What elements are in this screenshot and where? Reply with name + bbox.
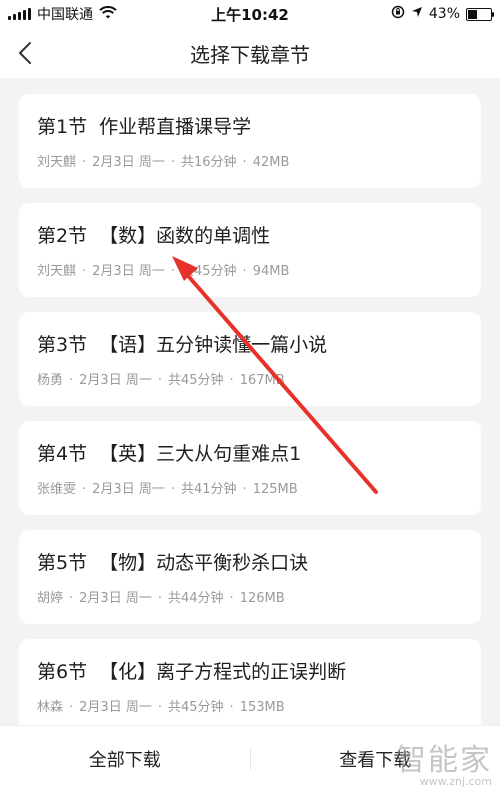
chapter-item[interactable]: 第2节 【数】函数的单调性 刘天麒 · 2月3日 周一 · 共45分钟 · 94MB <box>19 203 481 297</box>
chapter-date: 2月3日 <box>79 373 122 388</box>
battery-percent: 43% <box>428 6 460 22</box>
chapter-item[interactable]: 第1节 作业帮直播课导学 刘天麒 · 2月3日 周一 · 共16分钟 · 42MB <box>19 94 481 188</box>
chapter-date: 2月3日 <box>92 264 135 279</box>
chapter-number: 第5节 <box>37 552 88 574</box>
chapter-number: 第4节 <box>37 443 88 465</box>
status-right: 43% <box>391 5 500 23</box>
chapter-item[interactable]: 第6节 【化】离子方程式的正误判断 林森 · 2月3日 周一 · 共45分钟 · 153MB <box>19 639 481 733</box>
status-left: 中国联通 <box>0 4 117 24</box>
chapter-duration: 共45分钟 <box>168 373 224 388</box>
chapter-size: 125MB <box>252 482 298 497</box>
chapter-title-line: 第2节 【数】函数的单调性 <box>37 221 463 248</box>
chapter-duration: 共45分钟 <box>181 264 237 279</box>
page-title: 选择下载章节 <box>190 42 310 67</box>
chapter-duration: 共16分钟 <box>181 155 237 170</box>
chapter-size: 167MB <box>239 373 285 388</box>
chapter-meta: 杨勇 · 2月3日 周一 · 共45分钟 · 167MB <box>37 373 285 388</box>
chapter-title: 【物】动态平衡秒杀口诀 <box>99 552 309 574</box>
chapter-number: 第6节 <box>37 661 88 683</box>
chapter-title-line: 第4节 【英】三大从句重难点1 <box>37 439 463 466</box>
chapter-title-line: 第1节 作业帮直播课导学 <box>37 112 463 139</box>
chapter-title-line: 第6节 【化】离子方程式的正误判断 <box>37 657 463 684</box>
chapter-size: 153MB <box>239 700 285 715</box>
chapter-number: 第2节 <box>37 225 88 247</box>
teacher-name: 刘天麒 <box>37 155 77 170</box>
teacher-name: 张维雯 <box>37 482 77 497</box>
chapter-weekday: 周一 <box>125 591 152 606</box>
teacher-name: 林森 <box>37 700 64 715</box>
chapter-number: 第3节 <box>37 334 88 356</box>
download-all-button[interactable]: 全部下载 <box>0 746 250 772</box>
chapter-title-line: 第5节 【物】动态平衡秒杀口诀 <box>37 548 463 575</box>
chapter-title: 【语】五分钟读懂一篇小说 <box>99 334 328 356</box>
chapter-weekday: 周一 <box>138 155 165 170</box>
chapter-date: 2月3日 <box>79 700 122 715</box>
chapter-title: 作业帮直播课导学 <box>99 116 252 138</box>
chapter-title: 【化】离子方程式的正误判断 <box>99 661 347 683</box>
chapter-duration: 共44分钟 <box>168 591 224 606</box>
chapter-meta: 林森 · 2月3日 周一 · 共45分钟 · 153MB <box>37 700 285 715</box>
chapter-item[interactable]: 第5节 【物】动态平衡秒杀口诀 胡婷 · 2月3日 周一 · 共44分钟 · 126MB <box>19 530 481 624</box>
chapter-duration: 共45分钟 <box>168 700 224 715</box>
chapter-size: 126MB <box>239 591 285 606</box>
chapter-weekday: 周一 <box>138 264 165 279</box>
chevron-left-icon[interactable] <box>14 40 38 66</box>
chapter-item[interactable]: 第4节 【英】三大从句重难点1 张维雯 · 2月3日 周一 · 共41分钟 · 125MB <box>19 421 481 515</box>
chapter-title-line: 第3节 【语】五分钟读懂一篇小说 <box>37 330 463 357</box>
wifi-icon <box>99 5 117 23</box>
chapter-weekday: 周一 <box>125 700 152 715</box>
carrier-label: 中国联通 <box>37 7 93 23</box>
chapter-size: 94MB <box>252 264 290 279</box>
chapter-item[interactable]: 第3节 【语】五分钟读懂一篇小说 杨勇 · 2月3日 周一 · 共45分钟 · 167MB <box>19 312 481 406</box>
battery-icon <box>466 7 494 21</box>
chapter-title: 【数】函数的单调性 <box>99 225 271 247</box>
chapter-duration: 共41分钟 <box>181 482 237 497</box>
chapter-list: 第1节 作业帮直播课导学 刘天麒 · 2月3日 周一 · 共16分钟 · 42MB 第2节 【数… <box>0 78 500 746</box>
teacher-name: 刘天麒 <box>37 264 77 279</box>
chapter-title: 【英】三大从句重难点1 <box>99 443 302 465</box>
chapter-number: 第1节 <box>37 116 88 138</box>
nav-header: 选择下载章节 <box>0 28 500 78</box>
teacher-name: 胡婷 <box>37 591 64 606</box>
orientation-lock-icon <box>391 5 405 23</box>
signal-icon <box>8 8 31 20</box>
chapter-meta: 刘天麒 · 2月3日 周一 · 共16分钟 · 42MB <box>37 155 290 170</box>
location-icon <box>411 6 423 22</box>
teacher-name: 杨勇 <box>37 373 64 388</box>
chapter-weekday: 周一 <box>138 482 165 497</box>
chapter-size: 42MB <box>252 155 290 170</box>
chapter-date: 2月3日 <box>92 155 135 170</box>
chapter-meta: 胡婷 · 2月3日 周一 · 共44分钟 · 126MB <box>37 591 285 606</box>
chapter-date: 2月3日 <box>79 591 122 606</box>
chapter-date: 2月3日 <box>92 482 135 497</box>
chapter-weekday: 周一 <box>125 373 152 388</box>
watermark: 智能家 www.znj.com <box>396 735 492 788</box>
chapter-meta: 刘天麒 · 2月3日 周一 · 共45分钟 · 94MB <box>37 264 290 279</box>
watermark-brand: 智能家 <box>396 743 492 778</box>
chapter-meta: 张维雯 · 2月3日 周一 · 共41分钟 · 125MB <box>37 482 298 497</box>
status-bar: 中国联通 上午10:42 43% <box>0 0 500 28</box>
